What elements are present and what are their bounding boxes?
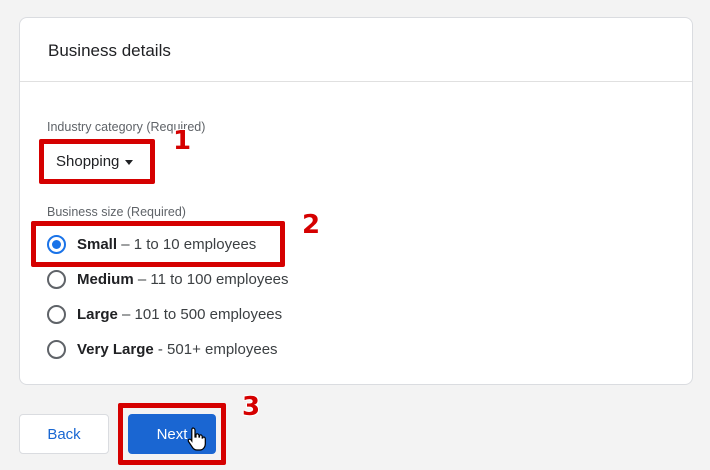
business-details-card: Business details: [19, 17, 693, 385]
caret-down-icon: [125, 159, 134, 165]
radio-option-very-large[interactable]: Very Large - 501+ employees: [47, 337, 278, 361]
step-number-1: 1: [173, 126, 192, 156]
industry-category-dropdown[interactable]: Shopping: [56, 150, 134, 172]
back-button[interactable]: Back: [19, 414, 109, 454]
radio-button-unchecked[interactable]: [47, 304, 66, 324]
card-divider: [20, 81, 692, 82]
radio-option-small[interactable]: Small – 1 to 10 employees: [47, 232, 256, 256]
radio-label-very-large: Very Large - 501+ employees: [77, 340, 278, 358]
radio-button-unchecked[interactable]: [47, 269, 66, 289]
radio-option-medium[interactable]: Medium – 11 to 100 employees: [47, 267, 289, 291]
industry-category-value: Shopping: [56, 152, 120, 170]
radio-label-large: Large – 101 to 500 employees: [77, 305, 283, 323]
radio-label-medium: Medium – 11 to 100 employees: [77, 270, 289, 288]
card-title: Business details: [48, 41, 171, 60]
step-number-2: 2: [302, 210, 321, 240]
radio-label-small: Small – 1 to 10 employees: [77, 235, 257, 253]
step-number-3: 3: [242, 392, 261, 422]
radio-button-unchecked[interactable]: [47, 339, 66, 359]
business-size-label: Business size (Required): [47, 205, 186, 219]
radio-option-large[interactable]: Large – 101 to 500 employees: [47, 302, 282, 326]
next-button[interactable]: Next: [128, 414, 216, 454]
radio-button-checked[interactable]: [47, 234, 66, 254]
